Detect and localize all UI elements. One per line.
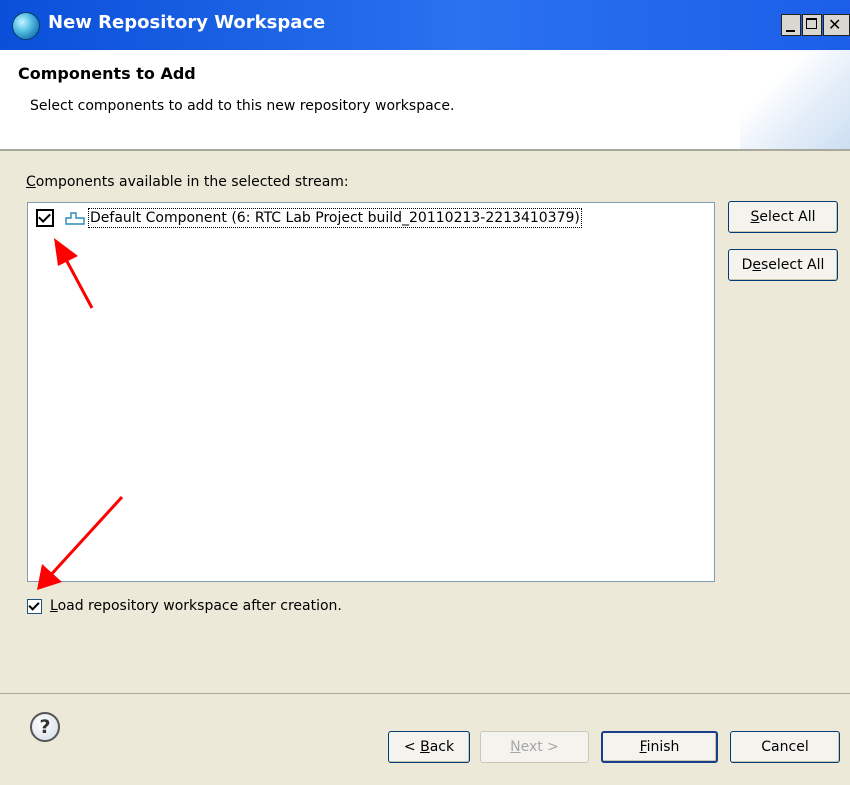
load-label-text: oad repository workspace after creation. bbox=[57, 598, 342, 614]
select-all-rest: elect All bbox=[759, 209, 816, 225]
list-item[interactable]: Default Component (6: RTC Lab Project bu… bbox=[36, 205, 582, 231]
back-mnemonic: B bbox=[420, 739, 430, 755]
load-workspace-checkbox[interactable] bbox=[27, 598, 42, 614]
finish-button[interactable]: Finish bbox=[601, 731, 718, 763]
minimize-icon bbox=[786, 30, 795, 32]
dialog-content: Components available in the selected str… bbox=[0, 151, 850, 693]
cancel-button[interactable]: Cancel bbox=[730, 731, 840, 763]
deselect-all-button[interactable]: Deselect All bbox=[728, 249, 838, 281]
back-pre: < bbox=[403, 739, 421, 755]
deselect-all-mnemonic: e bbox=[752, 257, 761, 273]
load-workspace-option[interactable]: Load repository workspace after creation… bbox=[27, 598, 342, 614]
components-label-text: omponents available in the selected stre… bbox=[35, 174, 349, 190]
component-checkbox[interactable] bbox=[36, 209, 54, 227]
load-label-mnemonic: L bbox=[50, 598, 58, 614]
close-icon: ✕ bbox=[828, 15, 842, 34]
next-rest: ext > bbox=[520, 739, 559, 755]
component-label: Default Component (6: RTC Lab Project bu… bbox=[88, 208, 582, 228]
window-title: New Repository Workspace bbox=[48, 12, 326, 33]
app-globe-icon bbox=[12, 12, 40, 40]
components-list-label: Components available in the selected str… bbox=[26, 174, 349, 190]
page-title: Components to Add bbox=[18, 64, 196, 83]
help-icon[interactable]: ? bbox=[30, 712, 60, 742]
minimize-button[interactable] bbox=[781, 14, 801, 36]
next-mnemonic: N bbox=[510, 739, 521, 755]
checkmark-icon bbox=[28, 598, 40, 611]
title-bar: New Repository Workspace ✕ bbox=[0, 0, 850, 50]
checkmark-icon bbox=[38, 210, 51, 223]
page-description: Select components to add to this new rep… bbox=[30, 98, 455, 114]
components-label-mnemonic: C bbox=[26, 174, 36, 190]
load-workspace-label: Load repository workspace after creation… bbox=[50, 598, 342, 614]
dialog-footer: ? < Back Next > Finish Cancel bbox=[0, 693, 850, 785]
maximize-button[interactable] bbox=[802, 14, 822, 36]
maximize-icon bbox=[806, 18, 817, 29]
select-all-button[interactable]: Select All bbox=[728, 201, 838, 233]
component-icon bbox=[65, 212, 85, 225]
back-button[interactable]: < Back bbox=[388, 731, 470, 763]
finish-mnemonic: F bbox=[639, 739, 647, 755]
deselect-all-rest: select All bbox=[761, 257, 825, 273]
header-banner-graphic bbox=[740, 50, 850, 149]
deselect-all-pre: D bbox=[741, 257, 753, 273]
components-list[interactable]: Default Component (6: RTC Lab Project bu… bbox=[27, 202, 715, 582]
close-button[interactable]: ✕ bbox=[823, 14, 850, 36]
next-button[interactable]: Next > bbox=[480, 731, 589, 763]
dialog-header: Components to Add Select components to a… bbox=[0, 50, 850, 151]
finish-rest: inish bbox=[646, 739, 680, 755]
back-rest: ack bbox=[429, 739, 455, 755]
